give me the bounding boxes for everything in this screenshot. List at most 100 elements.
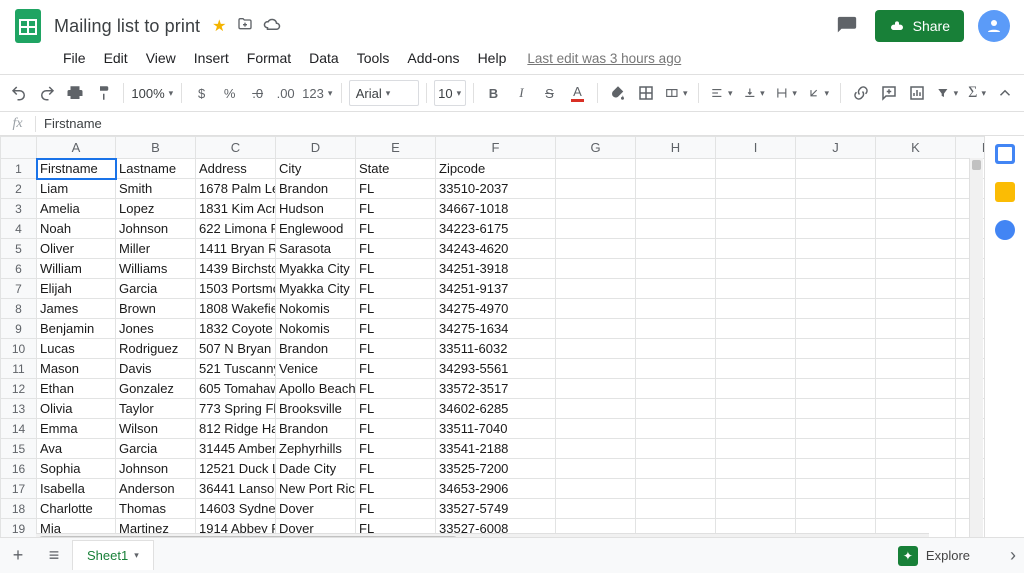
cell[interactable]: 1832 Coyote Pl [196,319,276,339]
cell[interactable]: Myakka City [276,259,356,279]
cell[interactable]: New Port Richey [276,479,356,499]
cell[interactable]: FL [356,239,436,259]
cell[interactable] [636,279,716,299]
share-button[interactable]: Share [875,10,964,42]
cell[interactable] [556,419,636,439]
cell[interactable]: Jones [116,319,196,339]
cell[interactable]: FL [356,259,436,279]
cell[interactable]: Elijah [37,279,116,299]
cell[interactable] [796,439,876,459]
cell[interactable] [876,459,956,479]
cell[interactable] [636,419,716,439]
increase-decimal-button[interactable]: .00 [273,79,299,107]
cell[interactable]: 622 Limona Rd [196,219,276,239]
cell[interactable] [636,259,716,279]
cell[interactable] [796,499,876,519]
cell[interactable] [876,219,956,239]
cell[interactable] [716,459,796,479]
cell[interactable] [636,319,716,339]
cell[interactable]: State [356,159,436,179]
cell[interactable] [716,179,796,199]
row-header[interactable]: 5 [1,239,37,259]
comments-button[interactable] [829,8,865,44]
keep-addon-icon[interactable] [995,182,1015,202]
cell[interactable]: Dade City [276,459,356,479]
cell[interactable] [716,259,796,279]
cell[interactable] [796,259,876,279]
italic-button[interactable]: I [508,79,534,107]
cell[interactable]: Brandon [276,339,356,359]
cell[interactable]: Anderson [116,479,196,499]
cell[interactable]: 33510-2037 [436,179,556,199]
menu-view[interactable]: View [137,46,185,70]
row-header[interactable]: 8 [1,299,37,319]
insert-comment-button[interactable] [876,79,902,107]
col-header-H[interactable]: H [636,137,716,159]
format-currency-button[interactable]: $ [189,79,215,107]
cell[interactable] [716,499,796,519]
cell[interactable]: Mason [37,359,116,379]
text-rotation-button[interactable] [803,79,833,107]
zoom-dropdown[interactable]: 100% [131,79,174,107]
cell[interactable]: Sarasota [276,239,356,259]
cell[interactable]: Charlotte [37,499,116,519]
cell[interactable]: 34251-9137 [436,279,556,299]
paint-format-button[interactable] [90,79,116,107]
cell[interactable]: 33541-2188 [436,439,556,459]
insert-chart-button[interactable] [904,79,930,107]
cell[interactable] [876,359,956,379]
cell[interactable] [876,259,956,279]
cell[interactable]: FL [356,359,436,379]
cell[interactable]: Wilson [116,419,196,439]
cell[interactable]: Venice [276,359,356,379]
cell[interactable]: 1503 Portsmouth [196,279,276,299]
cell[interactable]: FL [356,339,436,359]
cell[interactable]: Address [196,159,276,179]
cell[interactable] [796,159,876,179]
cell[interactable]: 34667-1018 [436,199,556,219]
merge-cells-button[interactable] [661,79,691,107]
cell[interactable] [796,479,876,499]
vertical-scrollbar[interactable] [969,158,983,547]
strikethrough-button[interactable]: S [536,79,562,107]
cell[interactable]: Sophia [37,459,116,479]
cell[interactable] [716,319,796,339]
calendar-addon-icon[interactable] [995,144,1015,164]
add-sheet-button[interactable]: + [0,545,36,566]
row-header[interactable]: 10 [1,339,37,359]
select-all-corner[interactable] [1,137,37,159]
cell[interactable]: Taylor [116,399,196,419]
cell[interactable]: Miller [116,239,196,259]
cell[interactable] [876,239,956,259]
cell[interactable]: Garcia [116,439,196,459]
cell[interactable] [556,299,636,319]
cell[interactable]: 14603 Sydney R [196,499,276,519]
cell[interactable] [716,419,796,439]
all-sheets-button[interactable]: ≡ [36,545,72,566]
cell[interactable] [716,399,796,419]
cell[interactable] [796,339,876,359]
row-header[interactable]: 12 [1,379,37,399]
font-size-dropdown[interactable]: 10 [434,80,466,106]
cell[interactable] [636,359,716,379]
cell[interactable]: Lucas [37,339,116,359]
star-icon[interactable]: ★ [212,16,226,36]
spreadsheet-grid[interactable]: ABCDEFGHIJKL 1FirstnameLastnameAddressCi… [0,136,984,547]
cell[interactable]: Thomas [116,499,196,519]
row-header[interactable]: 19 [1,519,37,539]
redo-button[interactable] [34,79,60,107]
cell[interactable] [556,239,636,259]
col-header-F[interactable]: F [436,137,556,159]
cell[interactable] [556,219,636,239]
cell[interactable] [636,399,716,419]
row-header[interactable]: 17 [1,479,37,499]
cell[interactable] [876,399,956,419]
col-header-B[interactable]: B [116,137,196,159]
cell[interactable] [636,159,716,179]
cell[interactable] [796,419,876,439]
cell[interactable]: 34653-2906 [436,479,556,499]
col-header-K[interactable]: K [876,137,956,159]
cell[interactable]: Ava [37,439,116,459]
menu-data[interactable]: Data [300,46,348,70]
cell[interactable] [716,239,796,259]
